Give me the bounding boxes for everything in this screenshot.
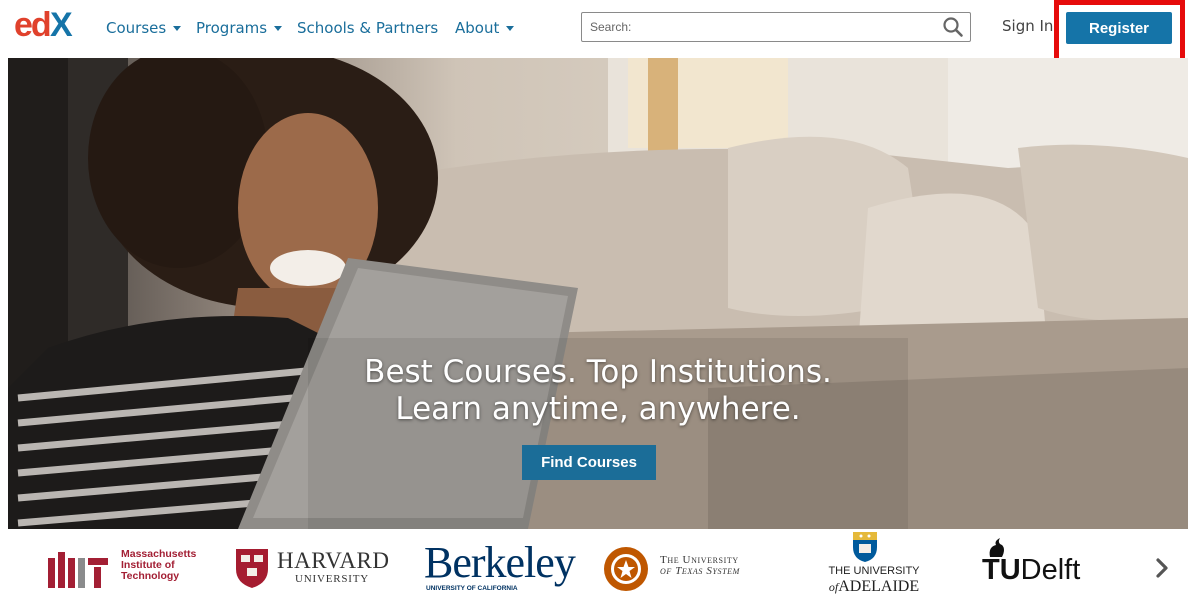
find-courses-button[interactable]: Find Courses: [522, 445, 656, 480]
nav-schools-partners-label: Schools & Partners: [297, 19, 439, 37]
ut-line-2: of Texas System: [660, 565, 740, 577]
sign-in-link[interactable]: Sign In: [1002, 17, 1053, 35]
harvard-line-1: HARVARD: [277, 548, 390, 573]
register-button[interactable]: Register: [1066, 12, 1172, 44]
search-box: [581, 12, 971, 42]
nav-courses-label: Courses: [106, 19, 167, 37]
adelaide-name: ADELAIDE: [838, 578, 920, 595]
tu-delft-logo[interactable]: TUDelft: [982, 537, 1132, 597]
tu-delft-tu: TU: [982, 554, 1021, 586]
mit-logo[interactable]: Massachusetts Institute of Technology: [48, 549, 208, 593]
berkeley-wordmark: Berkeley: [424, 538, 576, 587]
tu-delft-delft: Delft: [1020, 554, 1081, 586]
nav-programs[interactable]: Programs: [196, 17, 283, 39]
nav-courses[interactable]: Courses: [106, 17, 182, 39]
nav-about[interactable]: About: [455, 17, 515, 39]
chevron-down-icon: [274, 25, 283, 31]
adelaide-logo[interactable]: THE UNIVERSITY ofADELAIDE: [814, 531, 934, 609]
adelaide-line-2: ofADELAIDE: [814, 578, 934, 596]
hero-headline: Best Courses. Top Institutions. Learn an…: [8, 354, 1188, 428]
nav-schools-partners[interactable]: Schools & Partners: [297, 17, 438, 39]
ut-seal-icon: [604, 547, 648, 591]
search-icon[interactable]: [942, 16, 964, 38]
hero-banner: Best Courses. Top Institutions. Learn an…: [8, 58, 1188, 529]
adelaide-prefix: of: [828, 580, 839, 594]
adelaide-crest-icon: [853, 532, 877, 562]
svg-text:ed: ed: [14, 6, 50, 42]
hero-line-2: Learn anytime, anywhere.: [395, 391, 801, 427]
harvard-logo[interactable]: HARVARD UNIVERSITY: [234, 547, 390, 591]
ut-system-logo[interactable]: The University of Texas System: [602, 545, 772, 591]
nav-programs-label: Programs: [196, 19, 268, 37]
partner-logos: Massachusetts Institute of Technology HA…: [0, 529, 1188, 610]
harvard-line-2: UNIVERSITY: [295, 573, 369, 585]
search-input[interactable]: [582, 13, 932, 41]
hero-line-1: Best Courses. Top Institutions.: [364, 354, 832, 390]
chevron-right-icon[interactable]: [1154, 557, 1170, 579]
nav-about-label: About: [455, 19, 500, 37]
berkeley-logo[interactable]: Berkeley UNIVERSITY OF CALIFORNIA: [424, 538, 576, 597]
edx-logo[interactable]: ed X: [14, 6, 78, 42]
adelaide-line-1: THE UNIVERSITY: [828, 565, 920, 577]
mit-line-3: Technology: [121, 570, 180, 582]
site-header: ed X Courses Programs Schools & Partners…: [0, 0, 1188, 74]
chevron-down-icon: [506, 25, 515, 31]
mit-mark-icon: [48, 552, 108, 588]
svg-text:X: X: [50, 6, 73, 42]
harvard-shield-icon: [236, 549, 268, 588]
chevron-down-icon: [173, 25, 182, 31]
